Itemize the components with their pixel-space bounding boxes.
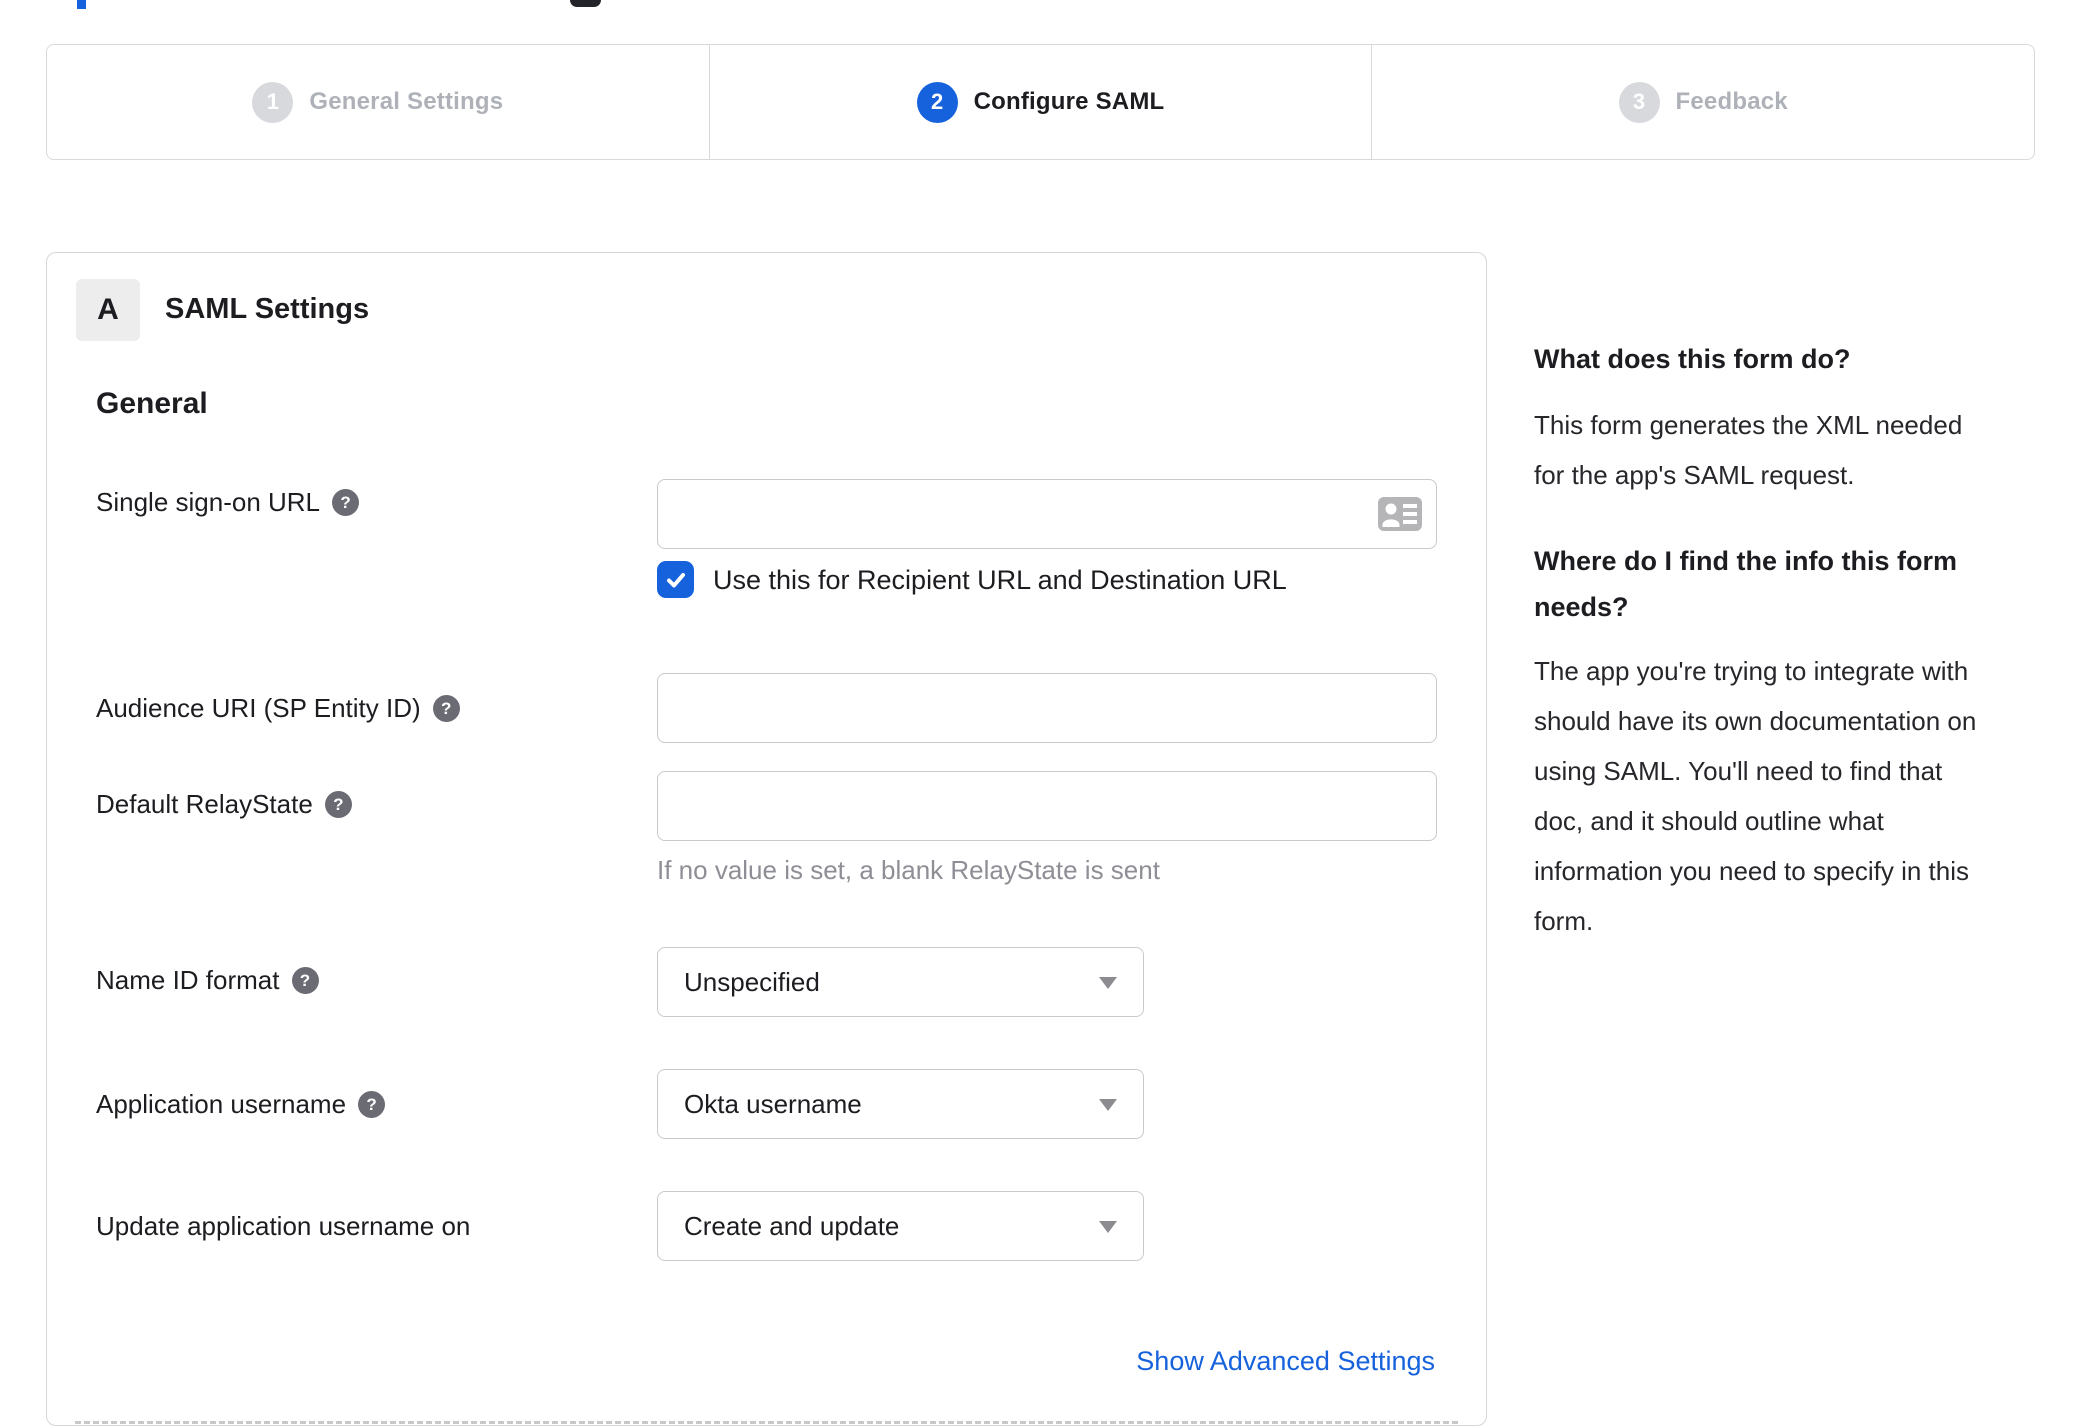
audience-uri-help-icon[interactable]: ? (432, 695, 460, 722)
chevron-down-icon (1099, 977, 1117, 989)
show-advanced-settings-link[interactable]: Show Advanced Settings (1136, 1346, 1435, 1377)
sso-url-label: Single sign-on URL (96, 487, 321, 517)
audience-uri-label: Audience URI (SP Entity ID) (96, 693, 421, 723)
cutoff-dark-icon (570, 0, 601, 7)
app-username-label-row: Application username ? (96, 1089, 386, 1120)
app-username-help-icon[interactable]: ? (358, 1091, 386, 1118)
step-1-label: General Settings (309, 88, 504, 115)
relaystate-help-icon[interactable]: ? (324, 791, 352, 818)
step-feedback[interactable]: 3 Feedback (1372, 45, 2034, 159)
cutoff-blue-icon (77, 0, 86, 9)
sidebar-question-1: What does this form do? (1534, 344, 1851, 374)
step-3-label: Feedback (1675, 88, 1788, 115)
relaystate-input[interactable] (657, 771, 1437, 841)
section-a-badge: A (76, 279, 140, 341)
checkmark-icon (666, 572, 685, 587)
saml-settings-panel: A SAML Settings General Single sign-on U… (46, 252, 1487, 1426)
recipient-url-checkbox[interactable] (657, 561, 694, 598)
sidebar-question-2: Where do I find the info this form needs… (1534, 546, 1957, 622)
relaystate-label-row: Default RelayState ? (96, 789, 352, 820)
contact-card-icon[interactable] (1377, 496, 1423, 532)
update-username-selected-value: Create and update (684, 1210, 900, 1241)
name-id-format-label: Name ID format (96, 965, 280, 995)
step-configure-saml[interactable]: 2 Configure SAML (710, 45, 1373, 159)
name-id-format-selected-value: Unspecified (684, 966, 820, 997)
name-id-format-select[interactable]: Unspecified (657, 947, 1144, 1017)
app-username-select[interactable]: Okta username (657, 1069, 1144, 1139)
step-2-circle: 2 (916, 81, 958, 123)
sso-url-help-icon[interactable]: ? (332, 489, 360, 516)
step-1-circle: 1 (252, 81, 294, 123)
name-id-format-help-icon[interactable]: ? (291, 967, 319, 994)
app-username-selected-value: Okta username (684, 1088, 862, 1119)
relaystate-hint: If no value is set, a blank RelayState i… (657, 855, 1160, 885)
step-3-circle: 3 (1618, 81, 1660, 123)
wizard-stepper: 1 General Settings 2 Configure SAML 3 Fe… (46, 44, 2035, 160)
general-section-heading: General (96, 387, 208, 420)
chevron-down-icon (1099, 1221, 1117, 1233)
recipient-url-checkbox-label[interactable]: Use this for Recipient URL and Destinati… (713, 565, 1287, 596)
sso-url-label-row: Single sign-on URL ? (96, 487, 360, 518)
step-general-settings[interactable]: 1 General Settings (47, 45, 710, 159)
step-2-label: Configure SAML (973, 88, 1165, 115)
chevron-down-icon (1099, 1099, 1117, 1111)
sidebar-answer-1: This form generates the XML needed for t… (1534, 410, 1963, 490)
dashed-section-divider (75, 1421, 1458, 1424)
help-sidebar: What does this form do? This form genera… (1534, 336, 2039, 946)
panel-title: SAML Settings (165, 293, 370, 325)
name-id-format-label-row: Name ID format ? (96, 965, 319, 996)
update-username-select[interactable]: Create and update (657, 1191, 1144, 1261)
update-username-label: Update application username on (96, 1211, 471, 1241)
audience-uri-label-row: Audience URI (SP Entity ID) ? (96, 693, 460, 724)
sso-url-input[interactable] (657, 479, 1437, 549)
sidebar-answer-2: The app you're trying to integrate with … (1534, 656, 1977, 936)
app-username-label: Application username (96, 1089, 347, 1119)
relaystate-label: Default RelayState (96, 789, 313, 819)
audience-uri-input[interactable] (657, 673, 1437, 743)
update-username-label-row: Update application username on (96, 1211, 470, 1242)
